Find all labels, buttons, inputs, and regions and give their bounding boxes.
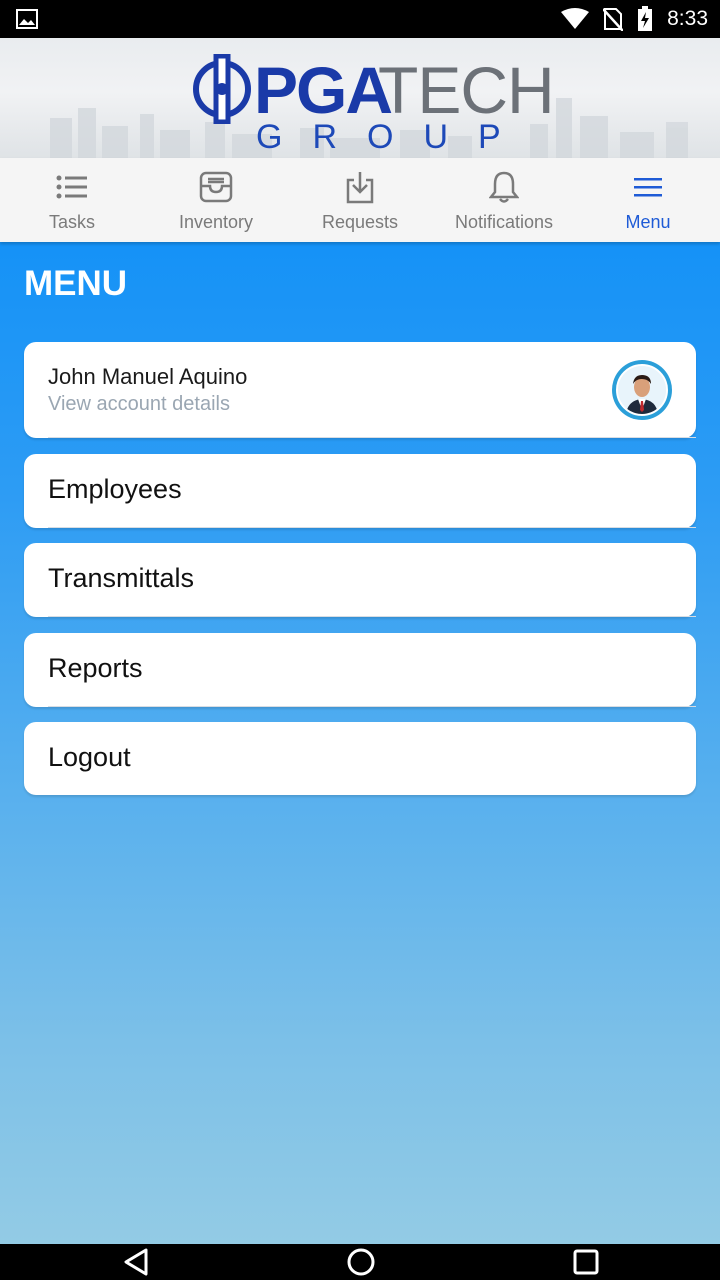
menu-item-label: Employees: [48, 474, 182, 504]
logo-text-pga: PGA: [254, 53, 393, 127]
card-divider: [48, 437, 696, 438]
status-time: 8:33: [667, 7, 708, 30]
tab-bar: Tasks Inventory Requests Notifications M…: [0, 158, 720, 242]
tab-label-notifications: Notifications: [454, 212, 554, 232]
no-sim-icon: [603, 8, 624, 31]
card-divider: [48, 527, 696, 528]
status-bar: 8:33: [0, 0, 720, 38]
tab-requests[interactable]: Requests: [288, 158, 432, 242]
menu-item-label: Transmittals: [48, 563, 195, 593]
logo-text-tech: TECH: [378, 53, 555, 127]
pga-tech-logo: PGA TECH GROUP: [192, 46, 555, 156]
tab-tasks[interactable]: Tasks: [0, 158, 144, 242]
inbox-icon: [199, 170, 233, 204]
menu-item-employees[interactable]: Employees: [24, 454, 696, 528]
tab-menu[interactable]: Menu: [576, 158, 720, 242]
image-notification-icon: [16, 9, 38, 29]
recents-icon[interactable]: [571, 1247, 601, 1277]
account-name: John Manuel Aquino: [48, 364, 248, 389]
battery-charging-icon: [638, 6, 653, 31]
system-nav-bar: [0, 1244, 720, 1280]
list-icon: [55, 170, 89, 204]
card-divider: [48, 616, 696, 617]
menu-item-logout[interactable]: Logout: [24, 722, 696, 795]
avatar[interactable]: [612, 360, 672, 420]
tab-label-requests: Requests: [321, 212, 399, 232]
menu-item-transmittals[interactable]: Transmittals: [24, 543, 696, 617]
account-details-link[interactable]: View account details: [48, 393, 230, 416]
download-icon: [343, 170, 377, 204]
page-title: MENU: [24, 264, 128, 303]
menu-item-label: Logout: [48, 742, 131, 772]
menu-item-label: Reports: [48, 653, 143, 683]
menu-item-reports[interactable]: Reports: [24, 633, 696, 707]
tab-inventory[interactable]: Inventory: [144, 158, 288, 242]
menu-screen: MENU John Manuel Aquino View account det…: [0, 242, 720, 1244]
logo-emblem-icon: [193, 54, 251, 124]
tab-notifications[interactable]: Notifications: [432, 158, 576, 242]
user-photo-icon: [618, 366, 666, 414]
tab-label-menu: Menu: [625, 212, 671, 232]
hamburger-icon: [631, 170, 665, 204]
logo-text-group: GROUP: [256, 118, 531, 156]
tab-label-inventory: Inventory: [178, 212, 254, 232]
header-banner: PGA TECH GROUP: [0, 38, 720, 158]
tab-label-tasks: Tasks: [48, 212, 95, 232]
card-divider: [48, 706, 696, 707]
home-icon[interactable]: [346, 1247, 376, 1277]
bell-icon: [487, 170, 521, 204]
wifi-icon: [561, 8, 590, 29]
back-icon[interactable]: [122, 1247, 152, 1277]
account-card[interactable]: John Manuel Aquino View account details: [24, 342, 696, 438]
